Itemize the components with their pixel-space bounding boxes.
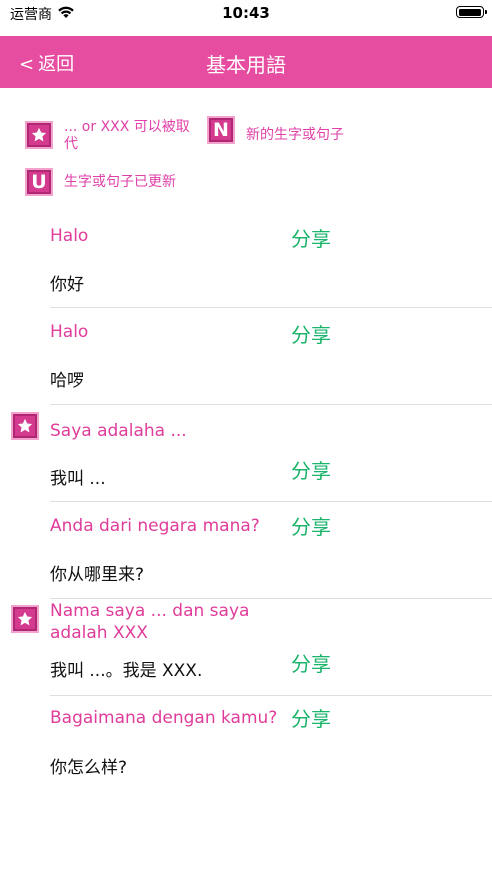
phrase-row[interactable]: Halo 分享 你好 <box>0 211 492 308</box>
share-button[interactable]: 分享 <box>291 319 331 348</box>
star-icon <box>11 605 39 633</box>
legend-new-text: 新的生字或句子 <box>246 127 344 143</box>
phrase-text: Halo <box>50 226 89 246</box>
share-button[interactable]: 分享 <box>291 648 331 677</box>
phrase-row[interactable]: Saya adalaha ... 分享 我叫 ... <box>0 405 492 502</box>
phrase-text: Halo <box>50 322 89 342</box>
status-bar: 运营商 10:43 <box>0 0 492 36</box>
phrase-translation: 我叫 ...。我是 XXX. <box>50 661 203 681</box>
share-button[interactable]: 分享 <box>291 455 331 484</box>
star-icon <box>11 412 39 440</box>
phrase-translation: 我叫 ... <box>50 469 106 489</box>
phrase-translation: 你好 <box>50 275 84 295</box>
phrase-row[interactable]: Nama saya ... dan saya adalah XXX 分享 我叫 … <box>0 599 492 696</box>
page-title: 基本用語 <box>206 53 286 77</box>
phrase-row[interactable]: Anda dari negara mana? 分享 你从哪里来? <box>0 502 492 599</box>
clock: 10:43 <box>222 4 270 22</box>
legend-star-text: ... or XXX 可以被取代 <box>64 119 190 152</box>
navigation-bar: < 返回 基本用語 <box>0 36 492 88</box>
new-badge-icon: N <box>207 116 235 144</box>
phrase-text: Nama saya ... dan saya adalah XXX <box>50 601 250 643</box>
share-button[interactable]: 分享 <box>291 703 331 732</box>
phrase-translation: 你从哪里来? <box>50 565 145 585</box>
phrase-text: Saya adalaha ... <box>50 421 187 441</box>
share-button[interactable]: 分享 <box>291 223 331 252</box>
phrase-text: Bagaimana dengan kamu? <box>50 708 278 728</box>
phrase-row[interactable]: Bagaimana dengan kamu? 分享 你怎么样? <box>0 696 492 796</box>
phrase-text: Anda dari negara mana? <box>50 516 260 536</box>
phrase-row[interactable]: Halo 分享 哈啰 <box>0 308 492 405</box>
phrase-translation: 哈啰 <box>50 371 84 391</box>
battery-icon <box>456 6 487 18</box>
share-button[interactable]: 分享 <box>291 511 331 540</box>
legend-updated-text: 生字或句子已更新 <box>64 174 176 190</box>
updated-badge-icon: U <box>25 168 53 196</box>
star-badge-icon <box>25 121 53 149</box>
phrase-translation: 你怎么样? <box>50 758 128 778</box>
